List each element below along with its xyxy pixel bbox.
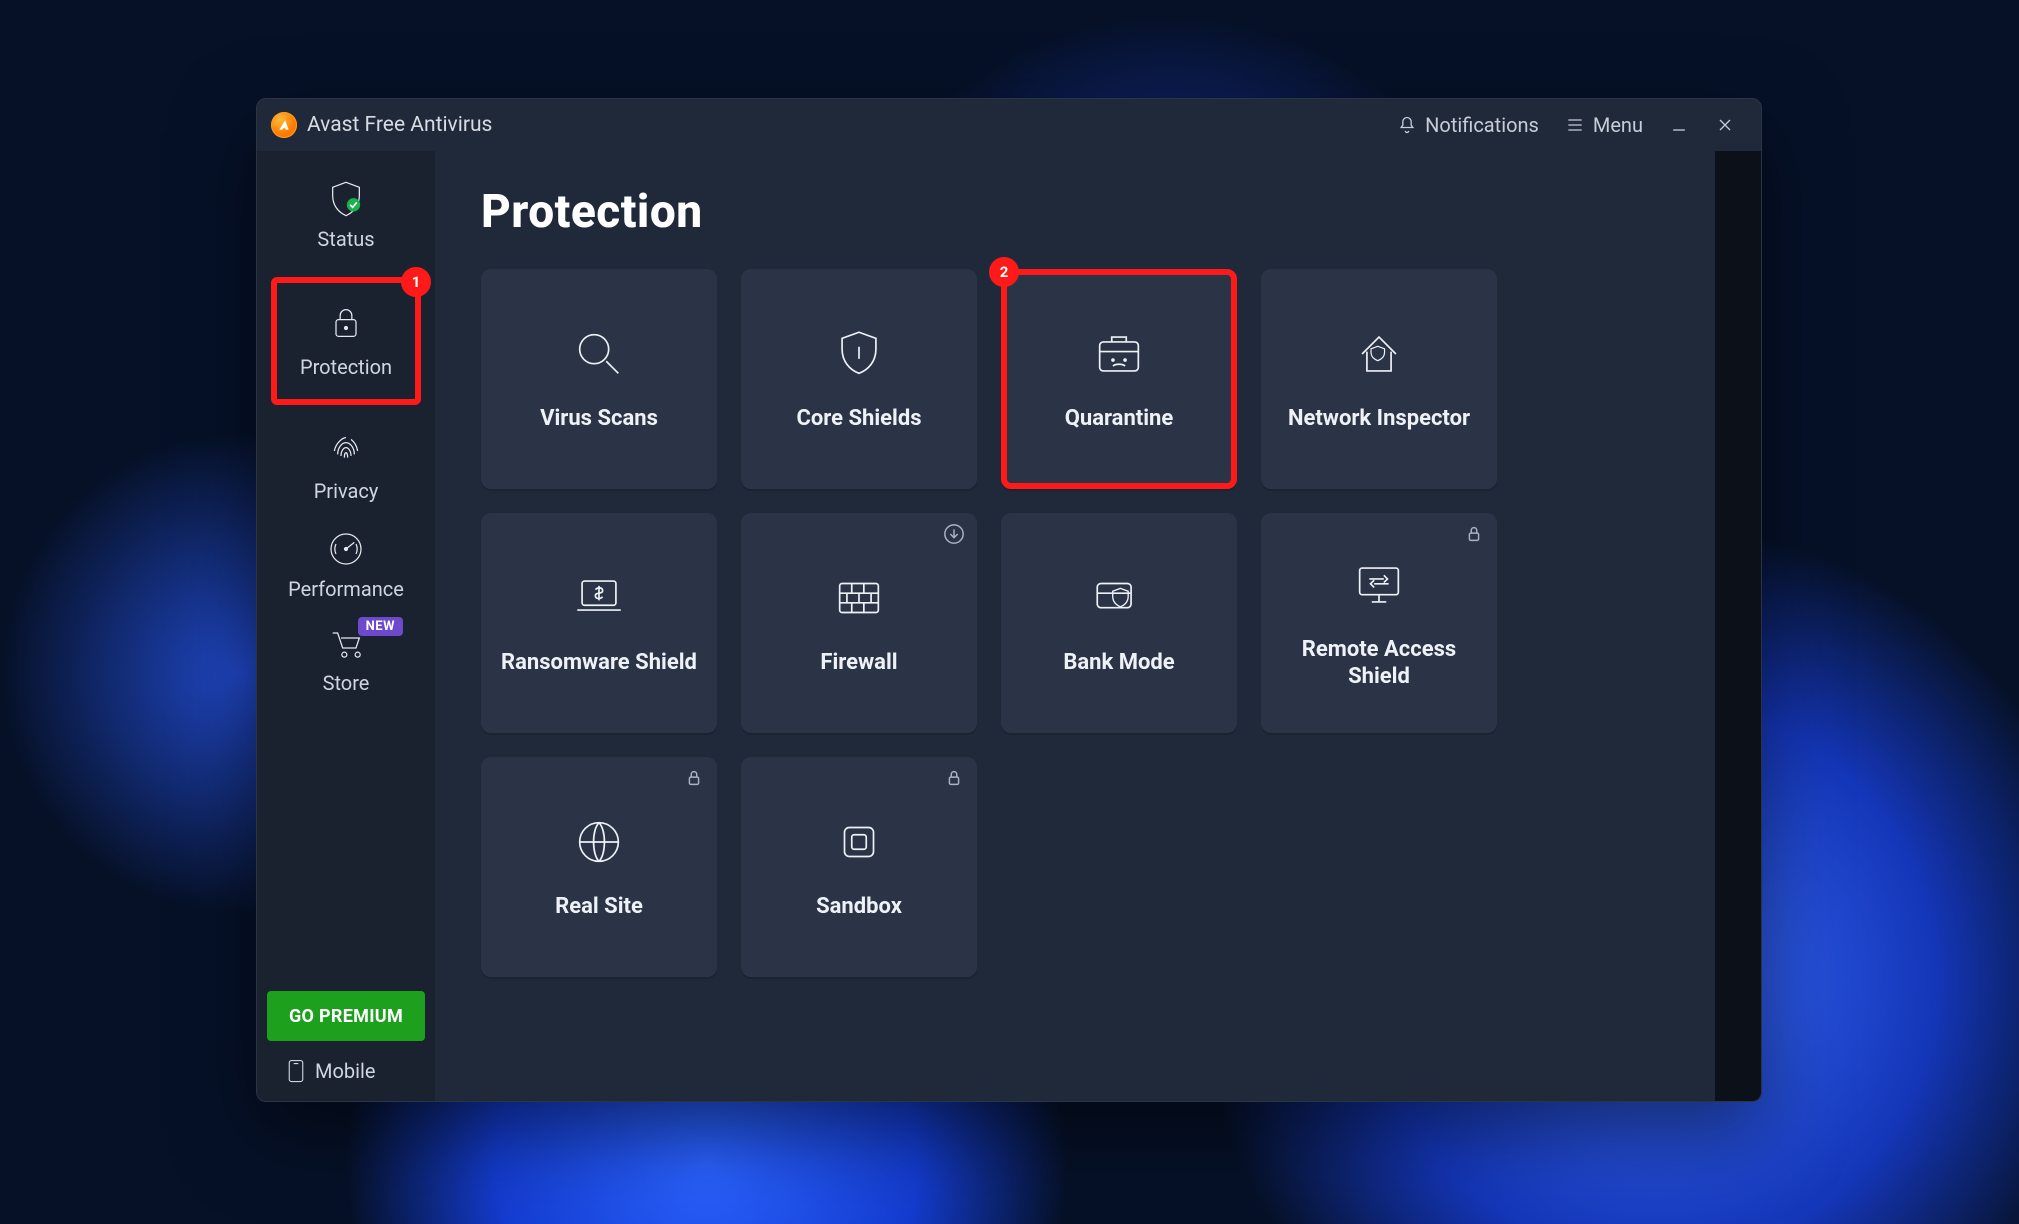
- laptop-dollar-shield-icon: [570, 569, 628, 627]
- mobile-icon: [287, 1059, 305, 1083]
- tile-label: Quarantine: [1065, 405, 1174, 433]
- tile-remote-access-shield[interactable]: Remote Access Shield: [1261, 513, 1497, 733]
- avast-logo-icon: [271, 112, 297, 138]
- sidebar-item-privacy[interactable]: Privacy: [271, 431, 421, 503]
- fingerprint-icon: [326, 431, 366, 471]
- minimize-icon: [1669, 115, 1689, 135]
- brick-wall-icon: [830, 569, 888, 627]
- app-window: Avast Free Antivirus Notifications Menu: [256, 98, 1762, 1102]
- lock-small-icon: [943, 767, 965, 789]
- page-title: Protection: [481, 185, 1721, 239]
- sidebar-item-label: Status: [317, 227, 374, 251]
- monitor-arrows-icon: [1350, 556, 1408, 614]
- go-premium-label: GO PREMIUM: [289, 1006, 403, 1027]
- tile-label: Real Site: [555, 893, 643, 921]
- hamburger-icon: [1565, 115, 1585, 135]
- sidebar-item-label: Store: [323, 671, 370, 695]
- callout-badge-2: 2: [989, 257, 1019, 287]
- titlebar: Avast Free Antivirus Notifications Menu: [257, 99, 1761, 151]
- tile-label: Bank Mode: [1063, 649, 1174, 677]
- tile-real-site[interactable]: Real Site: [481, 757, 717, 977]
- tile-core-shields[interactable]: Core Shields: [741, 269, 977, 489]
- menu-button[interactable]: Menu: [1557, 107, 1651, 143]
- download-icon: [943, 523, 965, 545]
- tile-virus-scans[interactable]: Virus Scans: [481, 269, 717, 489]
- right-gutter: [1715, 151, 1761, 1101]
- gauge-icon: [326, 529, 366, 569]
- sandbox-square-icon: [830, 813, 888, 871]
- tile-grid: Virus Scans Core Shields 2 Quarantine: [481, 269, 1721, 977]
- sidebar-bottom: GO PREMIUM Mobile: [257, 991, 435, 1101]
- notifications-label: Notifications: [1425, 113, 1539, 137]
- sidebar: Status 1 Protection Pr: [257, 151, 435, 1101]
- home-shield-icon: [1350, 325, 1408, 383]
- tile-network-inspector[interactable]: Network Inspector: [1261, 269, 1497, 489]
- tile-sandbox[interactable]: Sandbox: [741, 757, 977, 977]
- tile-label: Network Inspector: [1288, 405, 1470, 433]
- tile-quarantine[interactable]: 2 Quarantine: [1001, 269, 1237, 489]
- bell-icon: [1397, 115, 1417, 135]
- close-icon: [1715, 115, 1735, 135]
- sidebar-item-performance[interactable]: Performance: [271, 529, 421, 601]
- tile-ransomware-shield[interactable]: Ransomware Shield: [481, 513, 717, 733]
- callout-badge-1: 1: [401, 267, 431, 297]
- notifications-button[interactable]: Notifications: [1389, 107, 1547, 143]
- lock-small-icon: [683, 767, 705, 789]
- tile-label: Sandbox: [816, 893, 902, 921]
- tile-label: Ransomware Shield: [501, 649, 697, 677]
- lock-icon: [326, 303, 366, 343]
- sidebar-item-label: Protection: [300, 355, 392, 379]
- tile-label: Virus Scans: [540, 405, 658, 433]
- main-content: Protection Virus Scans Core Shields 2: [435, 151, 1761, 1101]
- shield-check-icon: [326, 179, 366, 219]
- globe-icon: [570, 813, 628, 871]
- sidebar-item-store[interactable]: NEW Store: [271, 623, 421, 695]
- lock-small-icon: [1463, 523, 1485, 545]
- tile-label: Firewall: [820, 649, 897, 677]
- sidebar-item-status[interactable]: Status: [271, 179, 421, 251]
- minimize-button[interactable]: [1661, 115, 1697, 135]
- menu-label: Menu: [1593, 113, 1643, 137]
- magnifier-icon: [570, 325, 628, 383]
- shield-icon: [830, 325, 888, 383]
- tile-firewall[interactable]: Firewall: [741, 513, 977, 733]
- app-title: Avast Free Antivirus: [307, 113, 492, 137]
- new-badge: NEW: [358, 617, 403, 636]
- tile-bank-mode[interactable]: Bank Mode: [1001, 513, 1237, 733]
- close-button[interactable]: [1707, 115, 1743, 135]
- go-premium-button[interactable]: GO PREMIUM: [267, 991, 425, 1041]
- mobile-label: Mobile: [315, 1059, 375, 1083]
- sidebar-item-label: Privacy: [314, 479, 379, 503]
- quarantine-chest-icon: [1090, 325, 1148, 383]
- tile-label: Remote Access Shield: [1271, 636, 1487, 691]
- sidebar-item-protection[interactable]: 1 Protection: [271, 277, 421, 405]
- card-shield-icon: [1090, 569, 1148, 627]
- sidebar-item-label: Performance: [288, 577, 404, 601]
- tile-label: Core Shields: [796, 405, 921, 433]
- mobile-link[interactable]: Mobile: [257, 1059, 375, 1083]
